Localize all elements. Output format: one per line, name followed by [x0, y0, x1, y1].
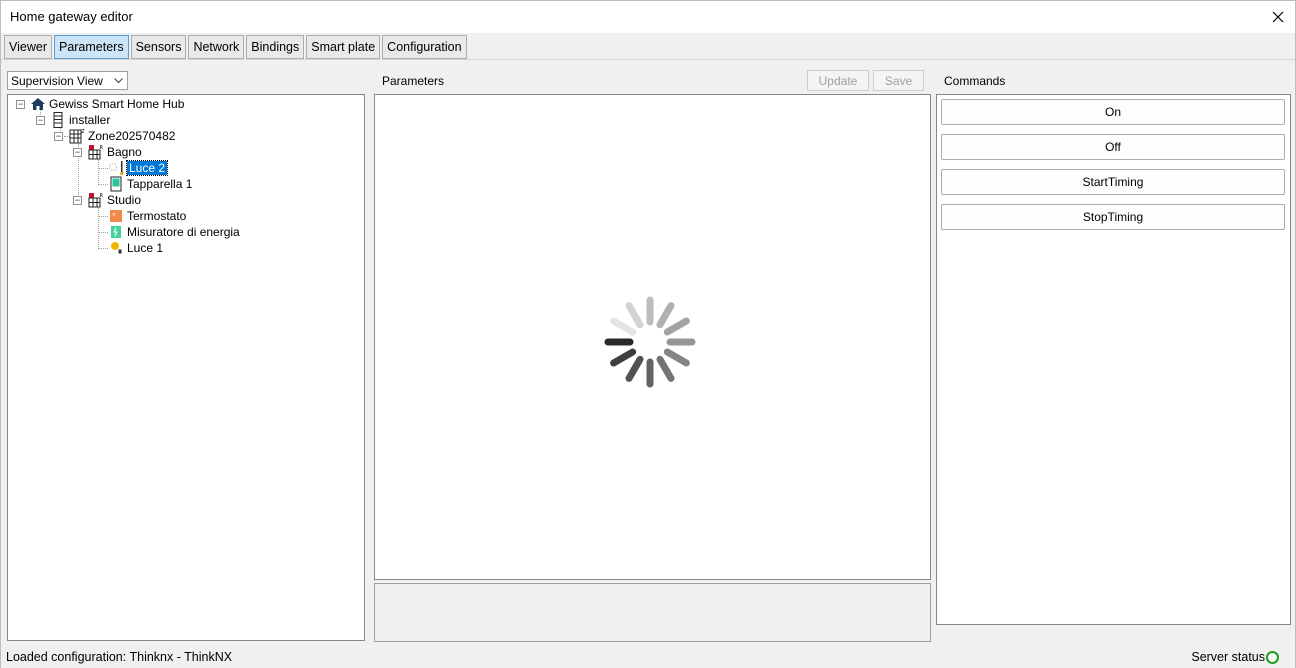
- loaded-configuration-text: Loaded configuration: Thinknx - ThinkNX: [6, 650, 233, 664]
- tree-connector: [98, 184, 108, 185]
- tree-collapse-toggle[interactable]: −: [73, 148, 82, 157]
- tab-divider: [1, 59, 1295, 60]
- light-bulb-icon: [108, 240, 124, 256]
- tree-node-hub[interactable]: Gewiss Smart Home Hub: [30, 96, 184, 112]
- thermostat-icon: °: [108, 208, 124, 224]
- tree-collapse-toggle[interactable]: −: [16, 100, 25, 109]
- tree-connector: [98, 216, 108, 217]
- chevron-down-icon: [114, 77, 123, 83]
- tree-node-label-selected: Luce 2: [125, 160, 169, 176]
- status-bar: Loaded configuration: Thinknx - ThinkNX …: [1, 646, 1295, 668]
- light-off-icon: [108, 160, 124, 176]
- tree-node-label: Gewiss Smart Home Hub: [49, 97, 185, 111]
- tab-sensors[interactable]: Sensors: [130, 35, 187, 59]
- view-selector-value: Supervision View: [11, 73, 103, 88]
- tree-collapse-toggle[interactable]: −: [36, 116, 45, 125]
- svg-text:R: R: [100, 193, 104, 199]
- stop-timing-button[interactable]: StopTiming: [941, 204, 1285, 230]
- off-button[interactable]: Off: [941, 134, 1285, 160]
- tab-parameters[interactable]: Parameters: [53, 35, 129, 59]
- close-icon: [1272, 11, 1284, 23]
- energy-meter-icon: [108, 224, 124, 240]
- tree-node-device-misuratore[interactable]: Misuratore di energia: [108, 224, 240, 240]
- tree-node-label: Bagno: [107, 145, 142, 159]
- main-tabs: Viewer Parameters Sensors Network Bindin…: [4, 35, 469, 60]
- home-icon: [30, 96, 46, 112]
- tab-viewer[interactable]: Viewer: [4, 35, 52, 59]
- server-icon: [50, 112, 66, 128]
- tree-node-label: Luce 1: [127, 241, 164, 255]
- tree-node-device-luce-1[interactable]: Luce 1: [108, 240, 163, 256]
- svg-text:Z: Z: [81, 129, 85, 135]
- tree-connector: [98, 248, 108, 249]
- tree-node-label: Misuratore di energia: [127, 225, 240, 239]
- room-icon: R: [88, 192, 104, 208]
- close-button[interactable]: [1265, 4, 1291, 30]
- tree-node-room-bagno[interactable]: R Bagno: [88, 144, 142, 160]
- tree-node-device-tapparella-1[interactable]: Tapparella 1: [108, 176, 192, 192]
- tree-collapse-toggle[interactable]: −: [54, 132, 63, 141]
- view-selector[interactable]: Supervision View: [7, 71, 128, 90]
- title-bar: Home gateway editor: [1, 1, 1295, 33]
- tree-connector: [98, 157, 99, 185]
- tab-smart-plate[interactable]: Smart plate: [306, 35, 381, 59]
- tree-node-label: Studio: [107, 193, 142, 207]
- update-button[interactable]: Update: [807, 70, 869, 91]
- tree-node-user[interactable]: installer: [50, 112, 110, 128]
- commands-header: Commands: [944, 74, 1006, 88]
- tree-node-label: Tapparella 1: [127, 177, 193, 191]
- room-icon: R: [88, 144, 104, 160]
- tab-bindings[interactable]: Bindings: [246, 35, 305, 59]
- tree-node-room-studio[interactable]: R Studio: [88, 192, 141, 208]
- on-button[interactable]: On: [941, 99, 1285, 125]
- zone-grid-icon: Z: [69, 128, 85, 144]
- tree-collapse-toggle[interactable]: −: [73, 196, 82, 205]
- tree-node-label: Zone202570482: [88, 129, 176, 143]
- parameters-header: Parameters: [382, 74, 445, 88]
- device-tree[interactable]: − Gewiss Smart Home Hub − installer − Z …: [7, 94, 365, 641]
- window-title: Home gateway editor: [10, 9, 133, 24]
- shutter-icon: [108, 176, 124, 192]
- server-status-label: Server status: [1191, 650, 1265, 664]
- tree-node-label: Termostato: [127, 209, 187, 223]
- tab-configuration[interactable]: Configuration: [382, 35, 467, 59]
- server-status-indicator-icon: [1266, 651, 1279, 664]
- svg-text:R: R: [100, 145, 104, 151]
- start-timing-button[interactable]: StartTiming: [941, 169, 1285, 195]
- tree-node-device-termostato[interactable]: ° Termostato: [108, 208, 186, 224]
- svg-text:°: °: [112, 212, 116, 221]
- save-button[interactable]: Save: [873, 70, 924, 91]
- app-window: Home gateway editor Viewer Parameters Se…: [0, 0, 1296, 668]
- tree-connector: [98, 168, 108, 169]
- tab-network[interactable]: Network: [188, 35, 245, 59]
- parameters-detail-panel: [374, 583, 931, 642]
- tree-connector: [98, 232, 108, 233]
- tree-node-device-luce-2[interactable]: Luce 2: [108, 160, 169, 176]
- tree-node-zone[interactable]: Z Zone202570482: [69, 128, 175, 144]
- tree-node-label: installer: [69, 113, 111, 127]
- loading-spinner-icon: [604, 296, 696, 388]
- tree-connector: [98, 205, 99, 249]
